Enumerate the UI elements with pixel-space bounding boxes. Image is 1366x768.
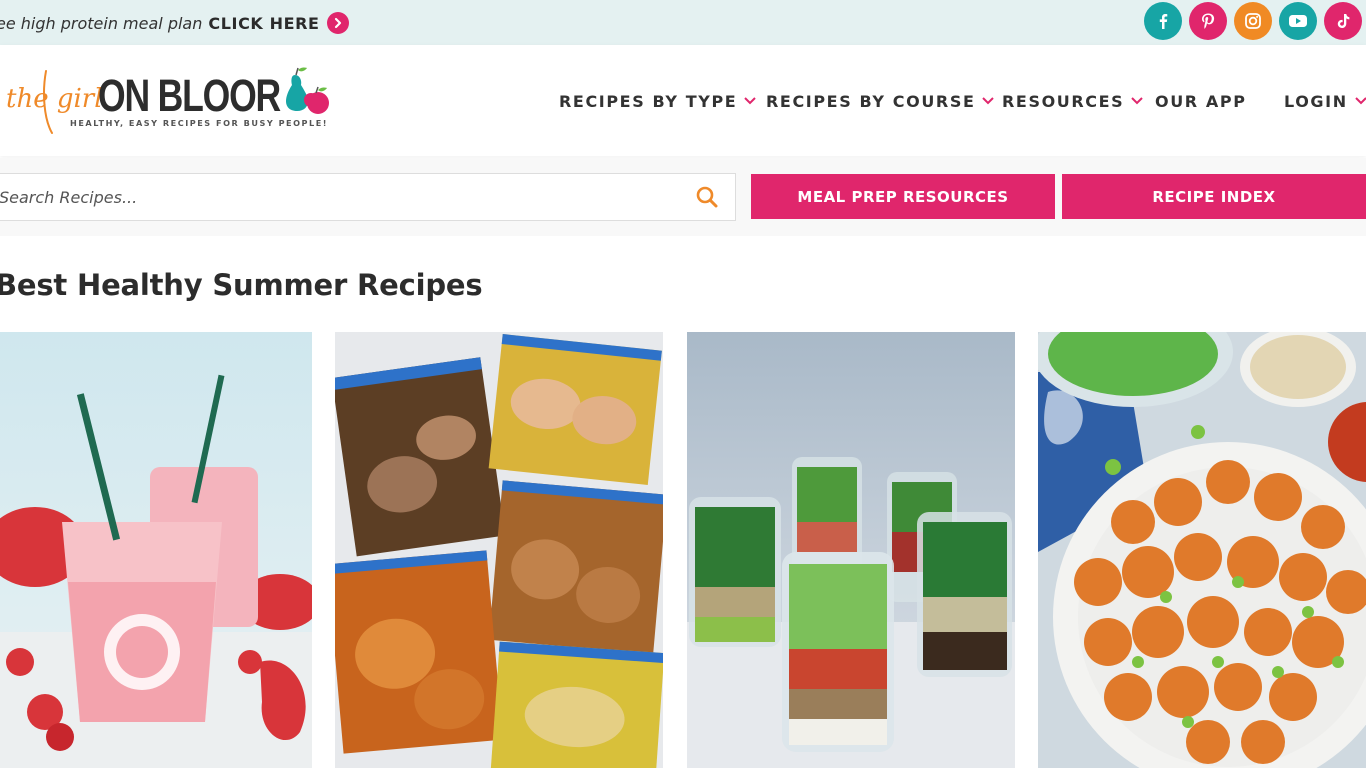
recipe-card-mason-jar-salads[interactable] [687, 332, 1015, 768]
chicken-bags-image [335, 332, 663, 768]
search-icon[interactable] [679, 174, 735, 220]
instagram-icon[interactable] [1234, 2, 1272, 40]
sesame-cauliflower-image [1038, 332, 1366, 768]
nav-recipes-by-course[interactable]: RECIPES BY COURSE [766, 91, 995, 111]
page-title: Best Healthy Summer Recipes [0, 268, 483, 302]
recipe-card-sesame-cauliflower[interactable] [1038, 332, 1366, 768]
nav-login[interactable]: LOGIN [1284, 91, 1366, 111]
search-input[interactable] [0, 174, 679, 220]
logo-script: the girl [6, 84, 103, 114]
nav-our-app[interactable]: OUR APP [1155, 91, 1247, 111]
chevron-down-icon [1354, 96, 1366, 106]
strawberry-drink-image [0, 332, 312, 768]
nav-recipes-by-type[interactable]: RECIPES BY TYPE [559, 91, 757, 111]
chevron-down-icon [743, 96, 757, 106]
search-bar [0, 173, 736, 221]
meal-prep-resources-button[interactable]: MEAL PREP RESOURCES [751, 174, 1055, 219]
facebook-icon[interactable] [1144, 2, 1182, 40]
chevron-down-icon [1130, 96, 1144, 106]
logo-wordmark: ON BLOOR [98, 70, 281, 121]
mason-jar-salads-image [687, 332, 1015, 768]
logo-tagline: HEALTHY, EASY RECIPES FOR BUSY PEOPLE! [70, 119, 328, 128]
search-row: MEAL PREP RESOURCES RECIPE INDEX [0, 158, 1366, 236]
nav-label: RESOURCES [1002, 91, 1125, 111]
tiktok-icon[interactable] [1324, 2, 1362, 40]
nav-label: LOGIN [1284, 91, 1348, 111]
promo-text: ee high protein meal plan [0, 13, 203, 33]
site-header: the girl ON BLOOR HEALTHY, EASY RECIPES … [0, 45, 1366, 156]
nav-resources[interactable]: RESOURCES [1002, 91, 1144, 111]
top-promo-bar: ee high protein meal plan CLICK HERE [0, 0, 1366, 45]
nav-label: OUR APP [1155, 91, 1247, 111]
social-links [1144, 2, 1362, 40]
youtube-icon[interactable] [1279, 2, 1317, 40]
recipe-index-button[interactable]: RECIPE INDEX [1062, 174, 1366, 219]
nav-label: RECIPES BY COURSE [766, 91, 976, 111]
promo-link[interactable]: ee high protein meal plan CLICK HERE [0, 11, 349, 35]
nav-label: RECIPES BY TYPE [559, 91, 738, 111]
chevron-right-icon[interactable] [326, 12, 349, 34]
site-logo[interactable]: the girl ON BLOOR HEALTHY, EASY RECIPES … [2, 63, 332, 139]
recipe-card-strawberry-drink[interactable] [0, 332, 312, 768]
pinterest-icon[interactable] [1189, 2, 1227, 40]
promo-cta[interactable]: CLICK HERE [208, 14, 319, 33]
chevron-down-icon [981, 96, 995, 106]
recipe-card-marinated-chicken-bags[interactable] [335, 332, 663, 768]
